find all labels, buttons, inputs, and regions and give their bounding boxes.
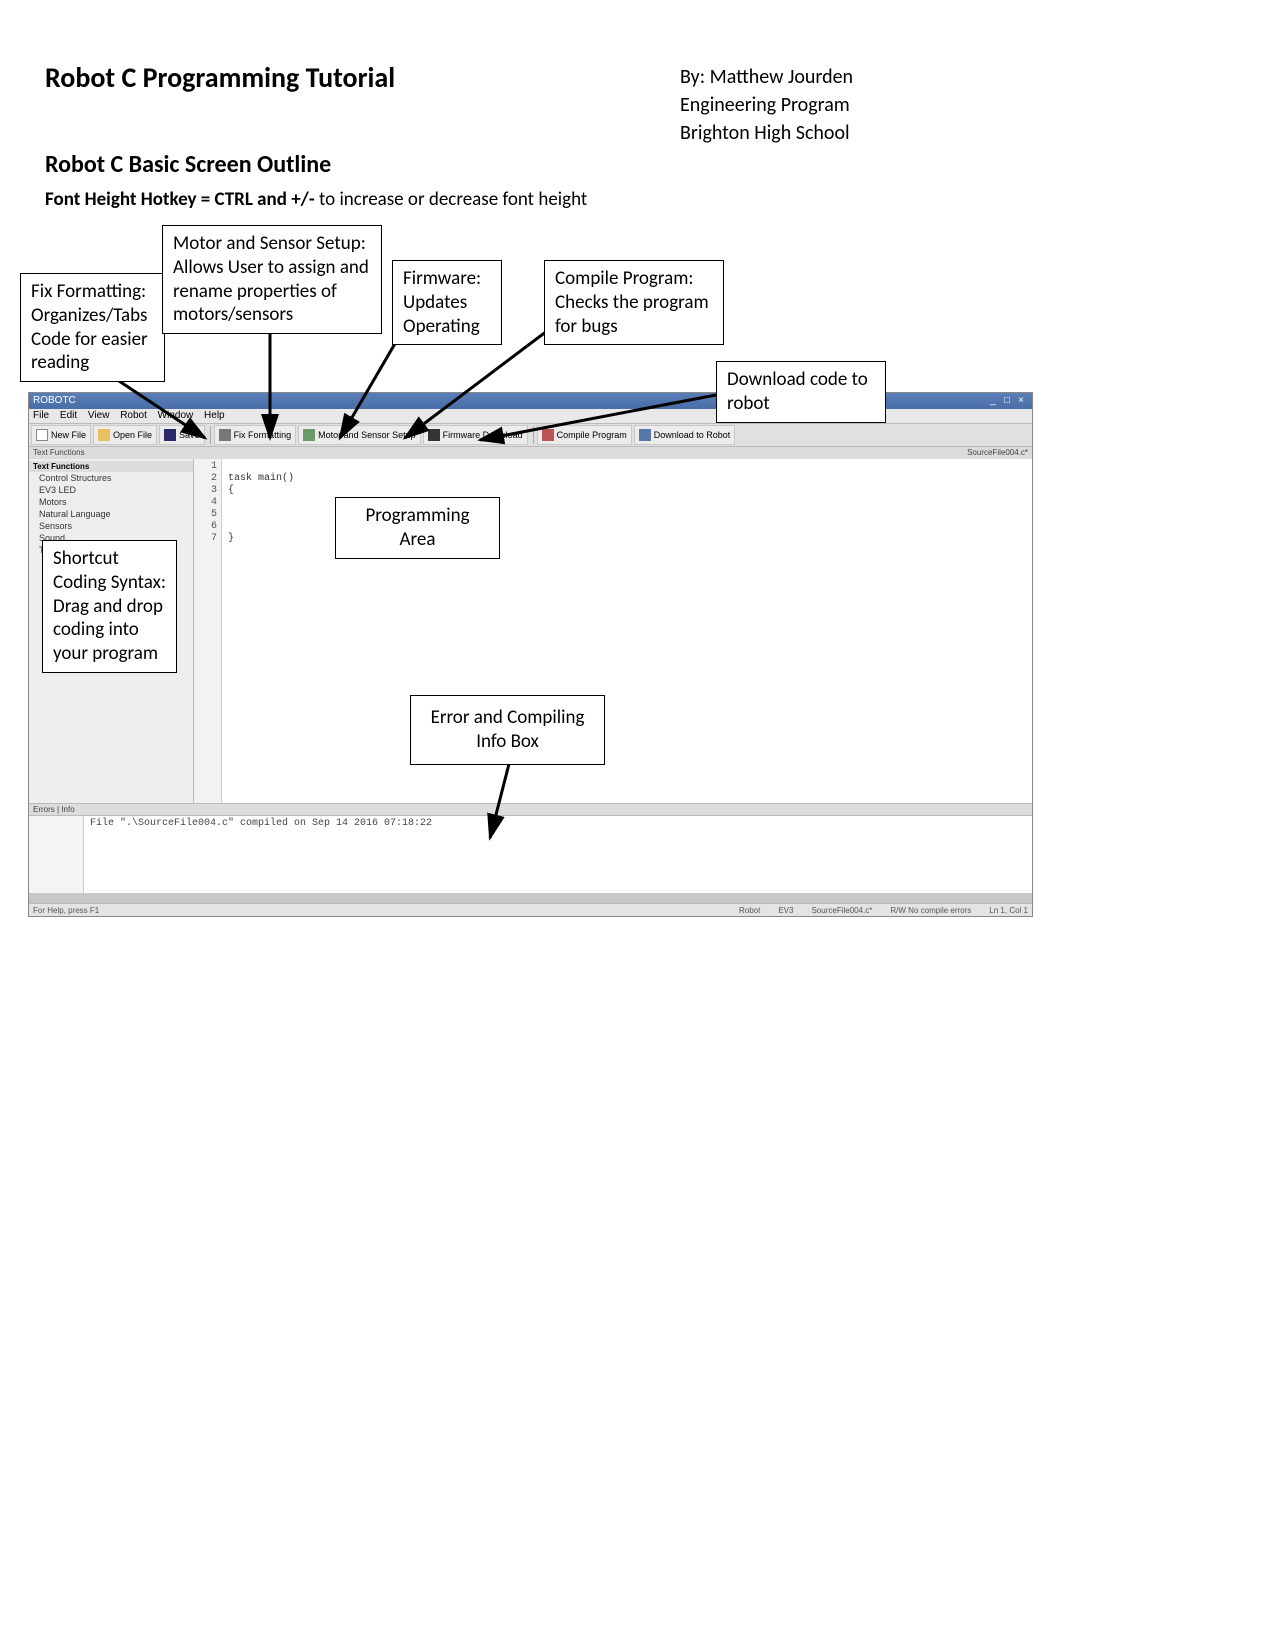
sidebar-item-ev3-led[interactable]: EV3 LED <box>29 484 193 496</box>
ide-title-text: ROBOTC <box>33 393 76 409</box>
line-num: 5 <box>194 509 217 521</box>
callout-download: Download code to robot <box>716 361 886 423</box>
sidebar-header: Text Functions <box>29 461 193 472</box>
menu-view[interactable]: View <box>88 410 110 421</box>
tabstrip-left: Text Functions <box>33 447 85 459</box>
status-compile-state: R/W No compile errors <box>890 904 971 916</box>
ide-statusbar: For Help, press F1 Robot EV3 SourceFile0… <box>29 903 1032 916</box>
toolbar-motor-sensor-setup[interactable]: Motor and Sensor Setup <box>298 425 421 445</box>
sidebar-item-natural-language[interactable]: Natural Language <box>29 508 193 520</box>
page-title: Robot C Programming Tutorial <box>45 60 395 95</box>
ide-screenshot: ROBOTC _□× File Edit View Robot Window H… <box>28 392 1033 917</box>
sidebar-item-motors[interactable]: Motors <box>29 496 193 508</box>
code-line: { <box>228 485 1026 497</box>
close-icon[interactable]: × <box>1014 393 1028 409</box>
motor-sensor-icon <box>303 429 315 441</box>
byline-author: By: Matthew Jourden <box>680 63 853 91</box>
line-num: 6 <box>194 521 217 533</box>
menu-window[interactable]: Window <box>158 410 194 421</box>
download-icon <box>639 429 651 441</box>
line-num: 7 <box>194 533 217 545</box>
callout-firmware: Firmware: Updates Operating <box>392 260 502 345</box>
ide-tabstrip: Text Functions SourceFile004.c* <box>29 447 1032 459</box>
byline-program: Engineering Program <box>680 91 853 119</box>
toolbar-compile-program[interactable]: Compile Program <box>537 425 632 445</box>
sidebar-item-control-structures[interactable]: Control Structures <box>29 472 193 484</box>
callout-compile: Compile Program: Checks the program for … <box>544 260 724 345</box>
status-cursor-pos: Ln 1, Col 1 <box>989 904 1028 916</box>
menu-help[interactable]: Help <box>204 410 225 421</box>
hotkey-rest: to increase or decrease font height <box>315 188 588 211</box>
toolbar-download-label: Download to Robot <box>654 431 731 440</box>
toolbar-new-file[interactable]: New File <box>31 425 91 445</box>
callout-shortcut-syntax: Shortcut Coding Syntax: Drag and drop co… <box>42 540 177 673</box>
ide-toolbar: New File Open File Save Fix Formatting M… <box>29 423 1032 447</box>
callout-motor-sensor: Motor and Sensor Setup: Allows User to a… <box>162 225 382 334</box>
toolbar-motor-label: Motor and Sensor Setup <box>318 431 416 440</box>
toolbar-open-file[interactable]: Open File <box>93 425 157 445</box>
firmware-icon <box>428 429 440 441</box>
status-filename: SourceFile004.c* <box>811 904 872 916</box>
maximize-icon[interactable]: □ <box>1000 393 1014 409</box>
toolbar-save-label: Save <box>179 431 200 440</box>
minimize-icon[interactable]: _ <box>986 393 1000 409</box>
hotkey-bold: Font Height Hotkey = CTRL and +/- <box>45 188 315 211</box>
status-robot: Robot <box>739 904 760 916</box>
code-line: task main() <box>228 473 1026 485</box>
toolbar-save[interactable]: Save <box>159 425 205 445</box>
line-num: 4 <box>194 497 217 509</box>
toolbar-firmware-download[interactable]: Firmware Download <box>423 425 528 445</box>
line-num: 1 <box>194 461 217 473</box>
toolbar-fix-label: Fix Formatting <box>234 431 292 440</box>
code-line <box>228 461 1026 473</box>
menu-robot[interactable]: Robot <box>120 410 147 421</box>
save-icon <box>164 429 176 441</box>
tabstrip-right[interactable]: SourceFile004.c* <box>967 447 1028 459</box>
section-title: Robot C Basic Screen Outline <box>45 150 331 179</box>
fix-format-icon <box>219 429 231 441</box>
error-panel-tabs[interactable]: Errors | Info <box>29 803 1032 815</box>
line-num: 2 <box>194 473 217 485</box>
callout-programming-area: Programming Area <box>335 497 500 559</box>
toolbar-fix-formatting[interactable]: Fix Formatting <box>214 425 297 445</box>
line-number-gutter: 1 2 3 4 5 6 7 <box>194 459 222 803</box>
open-file-icon <box>98 429 110 441</box>
error-panel: File ".\SourceFile004.c" compiled on Sep… <box>29 815 1032 893</box>
callout-fix-formatting: Fix Formatting: Organizes/Tabs Code for … <box>20 273 165 382</box>
error-panel-margin <box>29 816 84 893</box>
compile-icon <box>542 429 554 441</box>
byline-block: By: Matthew Jourden Engineering Program … <box>680 63 853 147</box>
toolbar-compile-label: Compile Program <box>557 431 627 440</box>
status-left: For Help, press F1 <box>33 904 99 916</box>
sidebar-item-sensors[interactable]: Sensors <box>29 520 193 532</box>
toolbar-download-to-robot[interactable]: Download to Robot <box>634 425 736 445</box>
line-num: 3 <box>194 485 217 497</box>
hotkey-note: Font Height Hotkey = CTRL and +/- to inc… <box>45 188 587 211</box>
new-file-icon <box>36 429 48 441</box>
toolbar-firmware-label: Firmware Download <box>443 431 523 440</box>
window-controls[interactable]: _□× <box>986 393 1028 409</box>
compile-message: File ".\SourceFile004.c" compiled on Sep… <box>84 816 1032 893</box>
byline-school: Brighton High School <box>680 119 853 147</box>
toolbar-open-label: Open File <box>113 431 152 440</box>
status-platform: EV3 <box>778 904 793 916</box>
menu-edit[interactable]: Edit <box>60 410 77 421</box>
menu-file[interactable]: File <box>33 410 49 421</box>
toolbar-new-label: New File <box>51 431 86 440</box>
callout-error-box: Error and Compiling Info Box <box>410 695 605 765</box>
